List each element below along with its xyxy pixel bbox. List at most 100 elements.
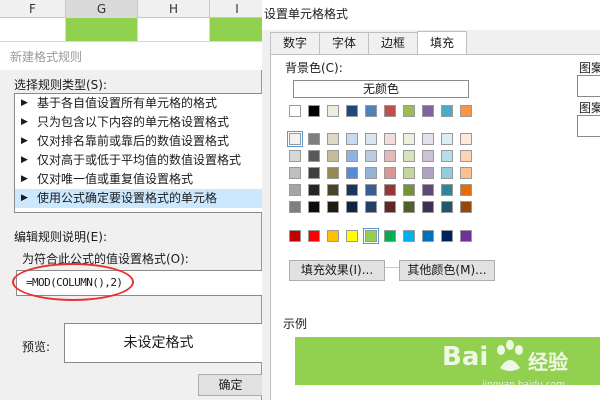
theme-shade-swatch[interactable] <box>289 167 301 179</box>
standard-color-swatch[interactable] <box>422 230 434 242</box>
theme-shade-swatch[interactable] <box>346 201 358 213</box>
rule-type-item[interactable]: ▶ 只为包含以下内容的单元格设置格式 <box>15 113 262 132</box>
theme-color-swatch[interactable] <box>289 105 301 117</box>
theme-shade-swatch[interactable] <box>365 167 377 179</box>
rule-dialog-titlebar: 新建格式规则 <box>0 42 262 70</box>
theme-shade-swatch[interactable] <box>327 133 339 145</box>
theme-color-swatch[interactable] <box>422 105 434 117</box>
standard-color-swatch[interactable] <box>403 230 415 242</box>
theme-shade-swatch[interactable] <box>422 150 434 162</box>
theme-shade-swatch[interactable] <box>384 184 396 196</box>
theme-shade-swatch[interactable] <box>441 133 453 145</box>
pattern-style-dropdown[interactable] <box>577 115 600 137</box>
theme-shade-swatch[interactable] <box>403 150 415 162</box>
theme-shade-swatch[interactable] <box>365 133 377 145</box>
theme-shade-swatch[interactable] <box>441 150 453 162</box>
column-header-g[interactable]: G <box>66 0 138 18</box>
theme-shade-swatch[interactable] <box>384 201 396 213</box>
more-colors-button[interactable]: 其他颜色(M)... <box>399 260 495 281</box>
cell-i[interactable] <box>210 18 265 42</box>
theme-shade-swatch[interactable] <box>441 201 453 213</box>
theme-shade-swatch[interactable] <box>308 150 320 162</box>
standard-color-swatch[interactable] <box>308 230 320 242</box>
theme-shade-swatch[interactable] <box>346 184 358 196</box>
standard-color-swatch[interactable] <box>441 230 453 242</box>
theme-shade-swatch[interactable] <box>441 167 453 179</box>
theme-shade-swatch[interactable] <box>346 150 358 162</box>
no-color-button[interactable]: 无颜色 <box>293 80 469 98</box>
theme-shade-swatch[interactable] <box>422 133 434 145</box>
theme-shade-swatch[interactable] <box>327 184 339 196</box>
rule-type-list: ▶ 基于各自值设置所有单元格的格式 ▶ 只为包含以下内容的单元格设置格式 ▶ 仅对排名… <box>14 93 262 213</box>
standard-color-swatch[interactable] <box>384 230 396 242</box>
theme-shade-swatch[interactable] <box>422 201 434 213</box>
theme-shade-swatch[interactable] <box>422 167 434 179</box>
theme-color-swatch[interactable] <box>460 105 472 117</box>
theme-shade-swatch[interactable] <box>327 150 339 162</box>
standard-color-swatch[interactable] <box>327 230 339 242</box>
theme-color-swatch[interactable] <box>403 105 415 117</box>
theme-shade-swatch[interactable] <box>365 201 377 213</box>
rule-type-item[interactable]: ▶ 基于各自值设置所有单元格的格式 <box>15 94 262 113</box>
column-header-h[interactable]: H <box>138 0 210 18</box>
sheet-row <box>0 18 265 42</box>
theme-shade-swatch[interactable] <box>460 184 472 196</box>
rule-type-item-selected[interactable]: ▶ 使用公式确定要设置格式的单元格 <box>15 189 262 208</box>
cell-f[interactable] <box>0 18 66 42</box>
arrow-right-icon: ▶ <box>21 193 28 203</box>
theme-color-swatch[interactable] <box>384 105 396 117</box>
theme-shade-swatch[interactable] <box>403 133 415 145</box>
column-header-f[interactable]: F <box>0 0 66 18</box>
ok-button[interactable]: 确定 <box>198 374 262 396</box>
cell-g[interactable] <box>66 18 138 42</box>
theme-shade-swatch[interactable] <box>460 133 472 145</box>
theme-color-swatch[interactable] <box>308 105 320 117</box>
column-header-i[interactable]: I <box>210 0 265 18</box>
tab-font[interactable]: 字体 <box>319 32 370 54</box>
fill-effects-button[interactable]: 填充效果(I)... <box>289 260 385 281</box>
theme-shade-swatch[interactable] <box>308 184 320 196</box>
theme-shade-swatch[interactable] <box>365 150 377 162</box>
theme-shade-swatch[interactable] <box>289 150 301 162</box>
theme-shade-swatch[interactable] <box>460 150 472 162</box>
theme-shade-swatch[interactable] <box>365 184 377 196</box>
watermark-jingyan: 经验 <box>528 350 568 374</box>
theme-shade-swatch[interactable] <box>308 201 320 213</box>
theme-shade-swatch[interactable] <box>460 201 472 213</box>
theme-shade-swatch[interactable] <box>346 133 358 145</box>
theme-color-swatch[interactable] <box>346 105 358 117</box>
theme-shade-swatch[interactable] <box>346 167 358 179</box>
theme-color-swatch[interactable] <box>365 105 377 117</box>
rule-type-item[interactable]: ▶ 仅对排名靠前或靠后的数值设置格式 <box>15 132 262 151</box>
theme-color-swatch[interactable] <box>327 105 339 117</box>
theme-shade-swatch[interactable] <box>327 201 339 213</box>
theme-shade-swatch[interactable] <box>403 167 415 179</box>
pattern-color-dropdown[interactable] <box>577 75 600 97</box>
standard-color-swatch[interactable] <box>363 228 379 244</box>
theme-shade-swatch[interactable] <box>441 184 453 196</box>
theme-shade-swatch[interactable] <box>384 150 396 162</box>
theme-shade-swatch[interactable] <box>460 167 472 179</box>
rule-type-item[interactable]: ▶ 仅对高于或低于平均值的数值设置格式 <box>15 151 262 170</box>
standard-color-swatch[interactable] <box>289 230 301 242</box>
rule-type-item[interactable]: ▶ 仅对唯一值或重复值设置格式 <box>15 170 262 189</box>
theme-shade-swatch[interactable] <box>384 133 396 145</box>
tab-fill[interactable]: 填充 <box>417 31 468 54</box>
theme-shade-swatch[interactable] <box>403 201 415 213</box>
tab-number[interactable]: 数字 <box>270 32 321 54</box>
theme-shade-swatch[interactable] <box>308 133 320 145</box>
tab-border[interactable]: 边框 <box>368 32 419 54</box>
theme-shade-swatch[interactable] <box>287 131 303 147</box>
cell-h[interactable] <box>138 18 210 42</box>
theme-shade-swatch[interactable] <box>289 201 301 213</box>
standard-color-swatch[interactable] <box>346 230 358 242</box>
theme-color-swatch[interactable] <box>441 105 453 117</box>
theme-shade-swatch[interactable] <box>327 167 339 179</box>
theme-shade-swatch[interactable] <box>422 184 434 196</box>
theme-shade-swatch[interactable] <box>289 184 301 196</box>
standard-color-swatch[interactable] <box>460 230 472 242</box>
theme-shade-swatch[interactable] <box>384 167 396 179</box>
arrow-right-icon: ▶ <box>21 155 28 165</box>
theme-shade-swatch[interactable] <box>308 167 320 179</box>
theme-shade-swatch[interactable] <box>403 184 415 196</box>
